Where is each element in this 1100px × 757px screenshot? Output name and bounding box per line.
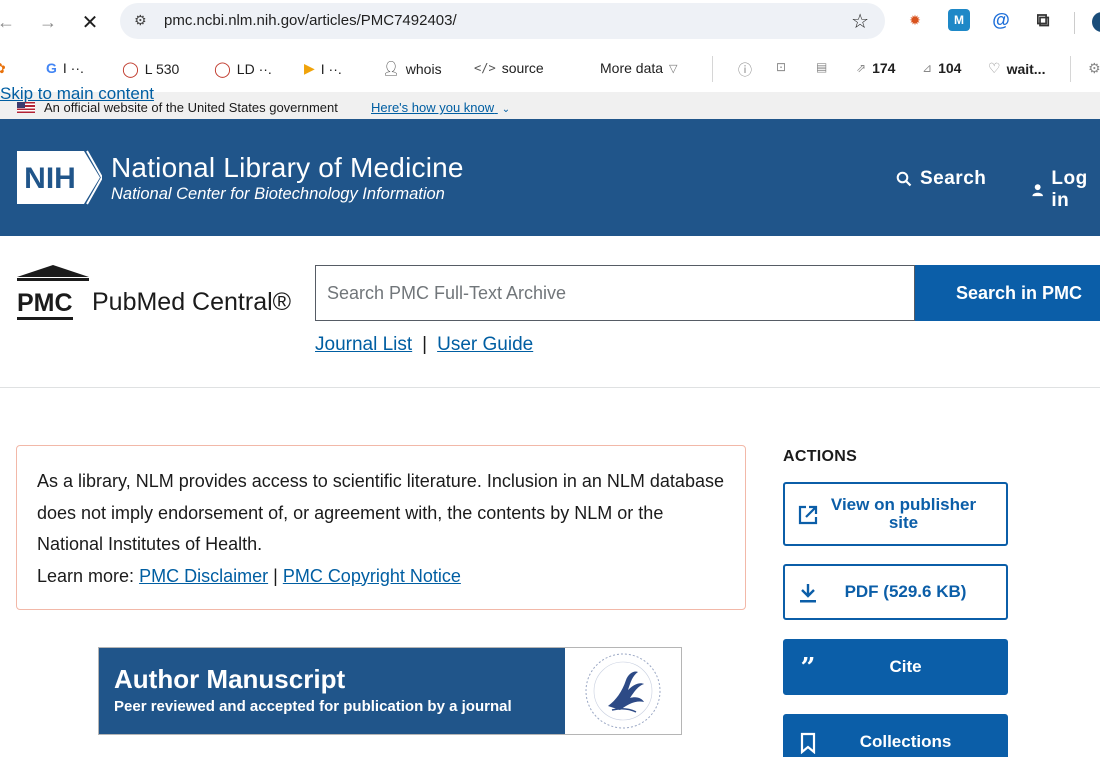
extension-honey-icon[interactable]: ✹ bbox=[904, 9, 926, 31]
extensions-puzzle-icon[interactable]: ⧉ bbox=[1032, 9, 1054, 31]
link-separator: | bbox=[422, 334, 428, 355]
url-text: pmc.ncbi.nlm.nih.gov/articles/PMC7492403… bbox=[164, 12, 457, 29]
gov-banner-text: An official website of the United States… bbox=[44, 100, 338, 115]
bookmark-label: source bbox=[501, 60, 544, 76]
download-icon bbox=[797, 582, 819, 604]
hhs-seal bbox=[565, 648, 681, 734]
hhs-eagle-icon bbox=[585, 653, 661, 729]
header-login-button[interactable]: Log in bbox=[1032, 168, 1100, 212]
pmc-logo-roof-icon bbox=[17, 265, 89, 281]
bing-icon: ▶ bbox=[304, 60, 315, 76]
bookmark-label: More data bbox=[600, 60, 664, 76]
author-manuscript-subtitle: Peer reviewed and accepted for publicati… bbox=[114, 698, 512, 715]
us-flag-icon bbox=[17, 102, 35, 113]
nlm-header: NIH National Library of Medicine Nationa… bbox=[0, 119, 1100, 236]
header-search-button[interactable]: Search bbox=[896, 168, 986, 190]
header-login-label: Log in bbox=[1051, 168, 1088, 211]
actions-heading: ACTIONS bbox=[783, 448, 858, 465]
settings-gear-icon[interactable]: ⚙ bbox=[1088, 60, 1100, 77]
chevron-down-icon: ⌄ bbox=[501, 104, 511, 115]
bookmark-partial-icon[interactable]: ✿ bbox=[0, 60, 6, 77]
chevron-down-icon: ▽ bbox=[669, 62, 678, 75]
bookmark-item[interactable]: ▶ I ··. bbox=[304, 60, 342, 77]
header-search-label: Search bbox=[920, 168, 987, 189]
extension-m-icon[interactable]: M bbox=[948, 9, 970, 31]
pages-count[interactable]: ⊿ 104 bbox=[922, 60, 961, 76]
nih-logo-text: NIH bbox=[24, 162, 76, 195]
bookmark-label: L 530 bbox=[144, 61, 180, 77]
bookmark-item[interactable]: 👤︎ whois bbox=[382, 60, 442, 77]
page-icon: ⊿ bbox=[922, 61, 933, 75]
bookmark-item[interactable]: G I ··. bbox=[46, 60, 84, 76]
view-on-publisher-button[interactable]: View on publisher site bbox=[783, 482, 1008, 546]
google-icon: G bbox=[46, 60, 57, 76]
bookmark-icon bbox=[797, 732, 819, 754]
opera-icon: ◯ bbox=[122, 61, 139, 78]
bookmark-label: I ··. bbox=[62, 60, 84, 76]
pdf-download-button[interactable]: PDF (529.6 KB) bbox=[783, 564, 1008, 620]
pmc-logo-name[interactable]: PubMed Central® bbox=[92, 288, 291, 317]
external-link-icon: ⇗ bbox=[856, 61, 867, 75]
bookmark-item[interactable]: ◯ LD ··. bbox=[214, 60, 272, 78]
bookmark-label: wait... bbox=[1006, 60, 1046, 77]
external-link-icon bbox=[797, 504, 819, 526]
backlinks-count[interactable]: ⇗ 174 bbox=[856, 60, 895, 76]
bookmark-label: 174 bbox=[872, 60, 896, 76]
pmc-copyright-link[interactable]: PMC Copyright Notice bbox=[283, 566, 461, 586]
user-icon bbox=[1032, 184, 1043, 197]
journal-list-link[interactable]: Journal List bbox=[315, 334, 412, 356]
pmc-search-input[interactable] bbox=[315, 265, 915, 321]
pmc-disclaimer-link[interactable]: PMC Disclaimer bbox=[139, 566, 268, 586]
browser-toolbar: ← → ✕ ⚙ pmc.ncbi.nlm.nih.gov/articles/PM… bbox=[0, 0, 1100, 46]
bookmark-label: 104 bbox=[938, 60, 962, 76]
info-icon[interactable]: ⓘ bbox=[738, 60, 752, 80]
cite-button[interactable]: ” Cite bbox=[783, 639, 1008, 695]
heres-how-you-know-link[interactable]: Here's how you know ⌄ bbox=[371, 100, 510, 115]
author-manuscript-title: Author Manuscript bbox=[114, 664, 346, 694]
ncbi-subtitle: National Center for Biotechnology Inform… bbox=[111, 185, 445, 203]
profile-avatar[interactable] bbox=[1092, 12, 1100, 32]
author-manuscript-banner: Author Manuscript Peer reviewed and acce… bbox=[98, 647, 682, 735]
address-bar[interactable]: ⚙ pmc.ncbi.nlm.nih.gov/articles/PMC74924… bbox=[120, 3, 885, 39]
pmc-logo-box[interactable]: PMC bbox=[17, 289, 73, 320]
bookmark-label: whois bbox=[405, 60, 442, 77]
search-icon bbox=[896, 171, 912, 187]
nlm-disclaimer: As a library, NLM provides access to sci… bbox=[16, 445, 746, 610]
bookmark-item[interactable]: ◯ L 530 bbox=[122, 60, 179, 78]
bookmarks-divider bbox=[1070, 56, 1071, 82]
stop-loading-icon[interactable]: ✕ bbox=[76, 8, 104, 36]
quote-icon: ” bbox=[800, 653, 816, 683]
pmc-links: Journal List | User Guide bbox=[315, 334, 533, 356]
disclaimer-text: As a library, NLM provides access to sci… bbox=[37, 471, 724, 554]
forward-arrow-icon[interactable]: → bbox=[34, 8, 62, 36]
chart-icon[interactable]: ▤ bbox=[816, 60, 827, 74]
nlm-title[interactable]: National Library of Medicine bbox=[111, 152, 464, 184]
gov-link-label: Here's how you know bbox=[371, 100, 495, 115]
monitor-icon[interactable]: ⊡ bbox=[776, 60, 786, 74]
wait-status[interactable]: ♡ wait... bbox=[988, 60, 1045, 77]
bookmarks-divider bbox=[712, 56, 713, 82]
heart-icon: ♡ bbox=[988, 60, 1001, 76]
learn-more-label: Learn more: bbox=[37, 565, 135, 586]
site-settings-icon[interactable]: ⚙ bbox=[134, 12, 147, 29]
person-icon: 👤︎ bbox=[382, 60, 400, 76]
gov-banner: Skip to main content An official website… bbox=[0, 85, 1100, 119]
user-guide-link[interactable]: User Guide bbox=[437, 334, 533, 356]
bookmark-label: I ··. bbox=[320, 60, 342, 77]
bookmark-item[interactable]: </> source bbox=[474, 60, 544, 76]
bookmark-label: LD ··. bbox=[236, 61, 272, 77]
opera-icon: ◯ bbox=[214, 61, 231, 78]
more-data-dropdown[interactable]: More data ▽ bbox=[600, 60, 678, 76]
bookmark-star-icon[interactable]: ☆ bbox=[851, 9, 869, 34]
bookmarks-bar: ✿ G I ··. ◯ L 530 ◯ LD ··. ▶ I ··. 👤︎ wh… bbox=[0, 46, 1100, 92]
toolbar-divider bbox=[1074, 12, 1075, 34]
extension-at-icon[interactable]: @ bbox=[990, 9, 1012, 31]
disclaimer-separator: | bbox=[273, 565, 278, 586]
code-icon: </> bbox=[474, 61, 496, 75]
nih-logo[interactable]: NIH bbox=[16, 150, 102, 205]
back-arrow-icon[interactable]: ← bbox=[0, 8, 20, 36]
collections-button[interactable]: Collections bbox=[783, 714, 1008, 757]
search-in-pmc-button[interactable]: Search in PMC bbox=[915, 265, 1100, 321]
pmc-search-area: PMC PubMed Central® Search in PMC Journa… bbox=[0, 236, 1100, 388]
